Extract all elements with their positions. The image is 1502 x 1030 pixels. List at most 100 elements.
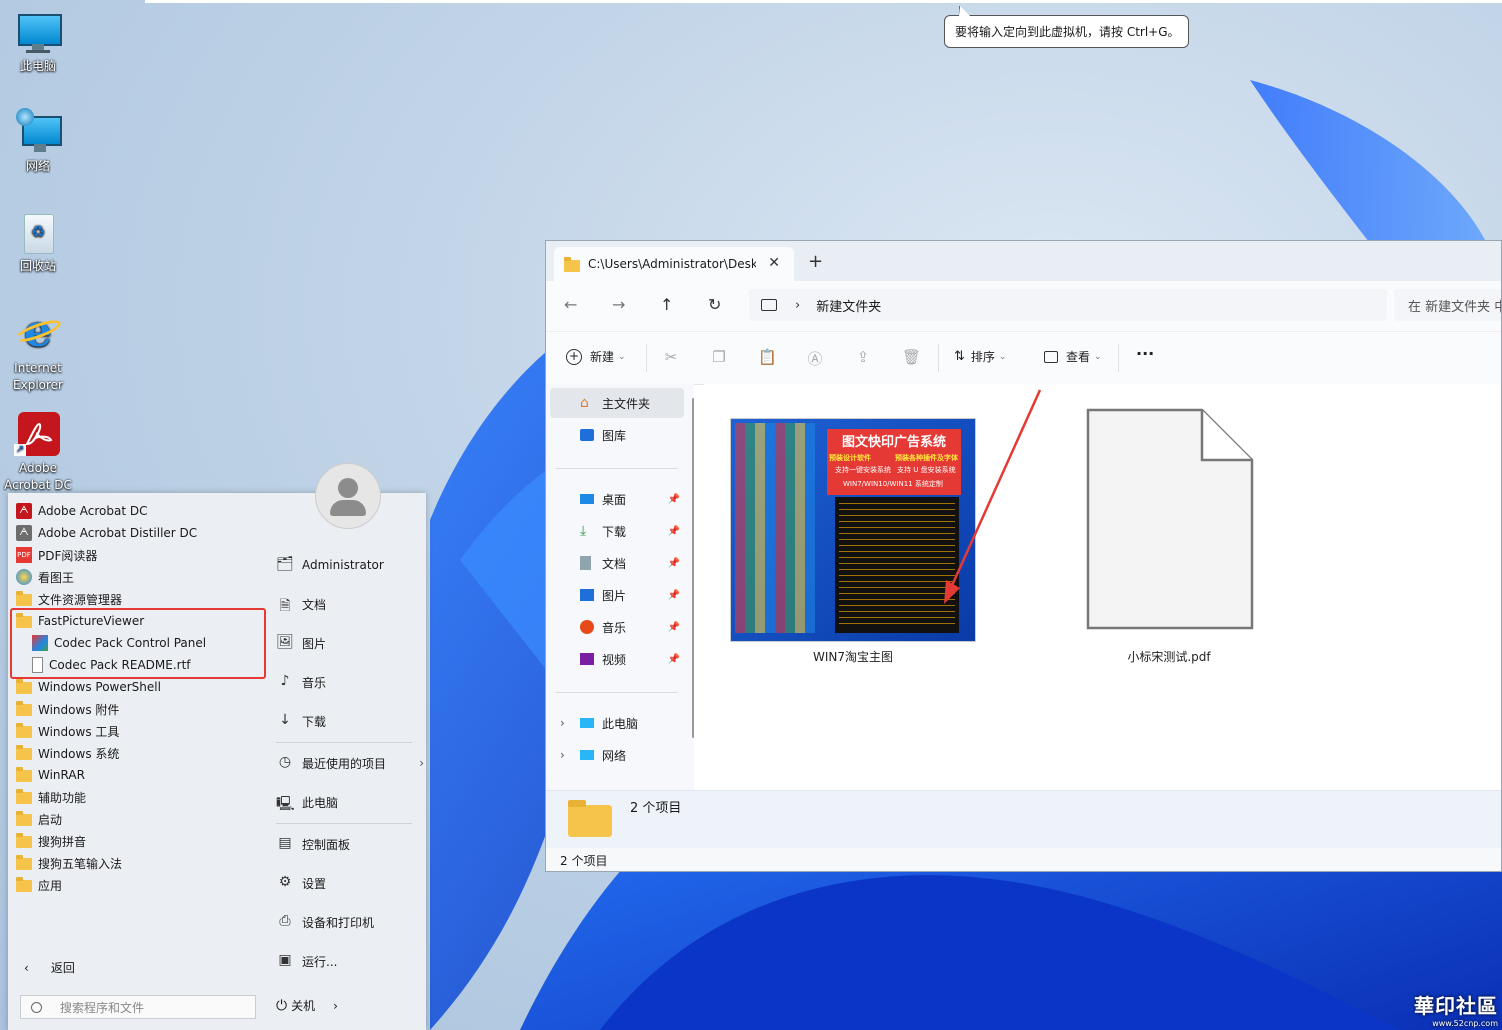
program-item[interactable]: Windows 附件 xyxy=(16,698,119,720)
address-bar[interactable]: › 新建文件夹 xyxy=(749,289,1387,321)
shutdown-button[interactable]: ⏻ 关机 › xyxy=(276,997,338,1014)
pin-icon[interactable]: 📌 xyxy=(668,622,680,633)
divider xyxy=(276,742,412,743)
plus-circle-icon: + xyxy=(566,348,582,365)
pin-icon[interactable]: 📌 xyxy=(668,590,680,601)
program-item[interactable]: 应用 xyxy=(16,874,62,896)
pictures-icon xyxy=(580,589,594,601)
nav-item-desktop[interactable]: 桌面 📌 xyxy=(550,484,684,514)
settings-link[interactable]: ⚙ 设置 xyxy=(276,872,326,894)
nav-item-home[interactable]: ⌂ 主文件夹 xyxy=(550,388,684,418)
documents-link[interactable]: 🗎 文档 xyxy=(276,593,326,615)
this-pc-link[interactable]: 🖳 此电脑 xyxy=(276,791,338,813)
nav-item-network[interactable]: › 网络 xyxy=(550,740,684,770)
downloads-link[interactable]: ↓ 下载 xyxy=(276,710,326,732)
chevron-down-icon: ⌄ xyxy=(1094,351,1102,362)
program-item[interactable]: 启动 xyxy=(16,808,62,830)
program-item[interactable]: ᗅ Adobe Acrobat Distiller DC xyxy=(16,522,197,544)
music-link[interactable]: ♪ 音乐 xyxy=(276,671,326,693)
chevron-right-icon[interactable]: › xyxy=(560,748,565,762)
delete-icon[interactable]: 🗑 xyxy=(902,348,921,366)
program-item[interactable]: ᗅ Adobe Acrobat DC xyxy=(16,500,148,522)
desktop-icon-this-pc[interactable]: 此电脑 xyxy=(0,8,76,75)
program-item[interactable]: Windows 工具 xyxy=(16,720,119,742)
devices-printers-link[interactable]: ⎙ 设备和打印机 xyxy=(276,911,374,933)
pin-icon[interactable]: 📌 xyxy=(668,494,680,505)
desktop-icon-acrobat[interactable]: ↗ Adobe Acrobat DC xyxy=(0,410,76,494)
vm-input-tooltip: 要将输入定向到此虚拟机，请按 Ctrl+G。 xyxy=(944,6,1189,48)
program-item[interactable]: PDF PDF阅读器 xyxy=(16,544,97,566)
folder-icon xyxy=(16,591,32,607)
desktop-icon-recycle-bin[interactable]: ♻ 回收站 xyxy=(0,208,76,275)
up-arrow-icon[interactable]: ↑ xyxy=(660,295,673,314)
gallery-icon xyxy=(580,429,594,441)
paste-icon[interactable]: 📋 xyxy=(758,348,777,366)
nav-item-this-pc[interactable]: › 此电脑 xyxy=(550,708,684,738)
control-panel-link[interactable]: ▤ 控制面板 xyxy=(276,833,350,855)
pin-icon[interactable]: 📌 xyxy=(668,654,680,665)
pin-icon[interactable]: 📌 xyxy=(668,526,680,537)
program-item[interactable]: 搜狗拼音 xyxy=(16,830,86,852)
scrollbar[interactable] xyxy=(692,398,694,738)
cut-icon[interactable]: ✂ xyxy=(662,348,680,366)
search-input[interactable]: 在 新建文件夹 中 xyxy=(1394,289,1501,321)
close-tab-icon[interactable]: ✕ xyxy=(768,255,780,271)
details-pane: 2 个项目 xyxy=(546,790,1501,849)
nav-item-documents[interactable]: 文档 📌 xyxy=(550,548,684,578)
link-label: Administrator xyxy=(302,558,384,572)
monitor-icon: 🖳 xyxy=(276,796,295,812)
download-icon: ↓ xyxy=(279,712,291,728)
refresh-icon[interactable]: ↻ xyxy=(708,295,721,314)
share-icon[interactable]: ⇪ xyxy=(854,348,872,366)
nav-item-videos[interactable]: 视频 📌 xyxy=(550,644,684,674)
program-item[interactable]: 搜狗五笔输入法 xyxy=(16,852,122,874)
chevron-right-icon[interactable]: › xyxy=(560,716,565,730)
desktop-icon-network[interactable]: 网络 xyxy=(0,108,76,175)
search-placeholder: 搜索程序和文件 xyxy=(60,1000,145,1015)
recent-items-link[interactable]: ◷ 最近使用的项目 › xyxy=(276,752,424,774)
address-row: ← → ↑ ↻ › 新建文件夹 在 新建文件夹 中 xyxy=(546,281,1501,332)
nav-item-music[interactable]: 音乐 📌 xyxy=(550,612,684,642)
new-button[interactable]: + 新建 ⌄ xyxy=(566,348,626,365)
network-icon xyxy=(580,750,594,760)
nav-item-gallery[interactable]: 图库 xyxy=(550,420,684,450)
desktop-icon-label: 网络 xyxy=(25,159,50,173)
user-folder-link[interactable]: 🗂 Administrator xyxy=(276,554,384,576)
program-item[interactable]: Windows PowerShell xyxy=(16,676,161,698)
program-label: WinRAR xyxy=(38,768,85,782)
back-button[interactable]: ‹ 返回 xyxy=(24,959,75,976)
pin-icon[interactable]: 📌 xyxy=(668,558,680,569)
nav-item-downloads[interactable]: ⤓ 下载 📌 xyxy=(550,516,684,546)
copy-icon[interactable]: ❐ xyxy=(710,348,728,366)
nav-item-pictures[interactable]: 图片 📌 xyxy=(550,580,684,610)
file-item-pdf[interactable]: 小标宋测试.pdf xyxy=(1064,408,1274,668)
program-item[interactable]: WinRAR xyxy=(16,764,85,786)
desktop-icon-label: Adobe Acrobat DC xyxy=(4,461,72,492)
program-item[interactable]: 辅助功能 xyxy=(16,786,86,808)
explorer-tab[interactable]: C:\Users\Administrator\Deskt ✕ xyxy=(554,247,794,281)
video-icon xyxy=(580,653,594,665)
program-item[interactable]: 文件资源管理器 xyxy=(16,588,122,610)
divider xyxy=(646,344,647,372)
back-arrow-icon[interactable]: ← xyxy=(564,295,577,314)
forward-arrow-icon[interactable]: → xyxy=(612,295,625,314)
program-item[interactable]: 看图王 xyxy=(16,566,74,588)
desktop-icon-ie[interactable]: e Internet Explorer xyxy=(0,310,76,394)
nav-label: 图库 xyxy=(602,428,627,443)
view-button[interactable]: 查看 ⌄ xyxy=(1044,348,1102,365)
nav-label: 文档 xyxy=(602,556,627,571)
search-icon xyxy=(31,1001,42,1013)
pictures-link[interactable]: 🖼 图片 xyxy=(276,632,326,654)
new-tab-icon[interactable]: + xyxy=(808,251,823,272)
desktop-icon xyxy=(580,494,594,504)
breadcrumb[interactable]: 新建文件夹 xyxy=(816,296,881,315)
more-options-button[interactable]: ··· xyxy=(1136,344,1154,363)
watermark-title: 華印社區 xyxy=(1414,994,1498,1018)
program-label: PDF阅读器 xyxy=(38,548,98,563)
rename-icon[interactable]: Ⓐ xyxy=(806,348,824,368)
start-search-input[interactable]: 搜索程序和文件 xyxy=(20,995,256,1019)
chevron-right-icon[interactable]: › xyxy=(333,999,338,1013)
sort-button[interactable]: ⇅ 排序 ⌄ xyxy=(954,348,1006,365)
thumb-line: 支持一键安装系统 xyxy=(835,466,891,474)
program-item[interactable]: Windows 系统 xyxy=(16,742,119,764)
